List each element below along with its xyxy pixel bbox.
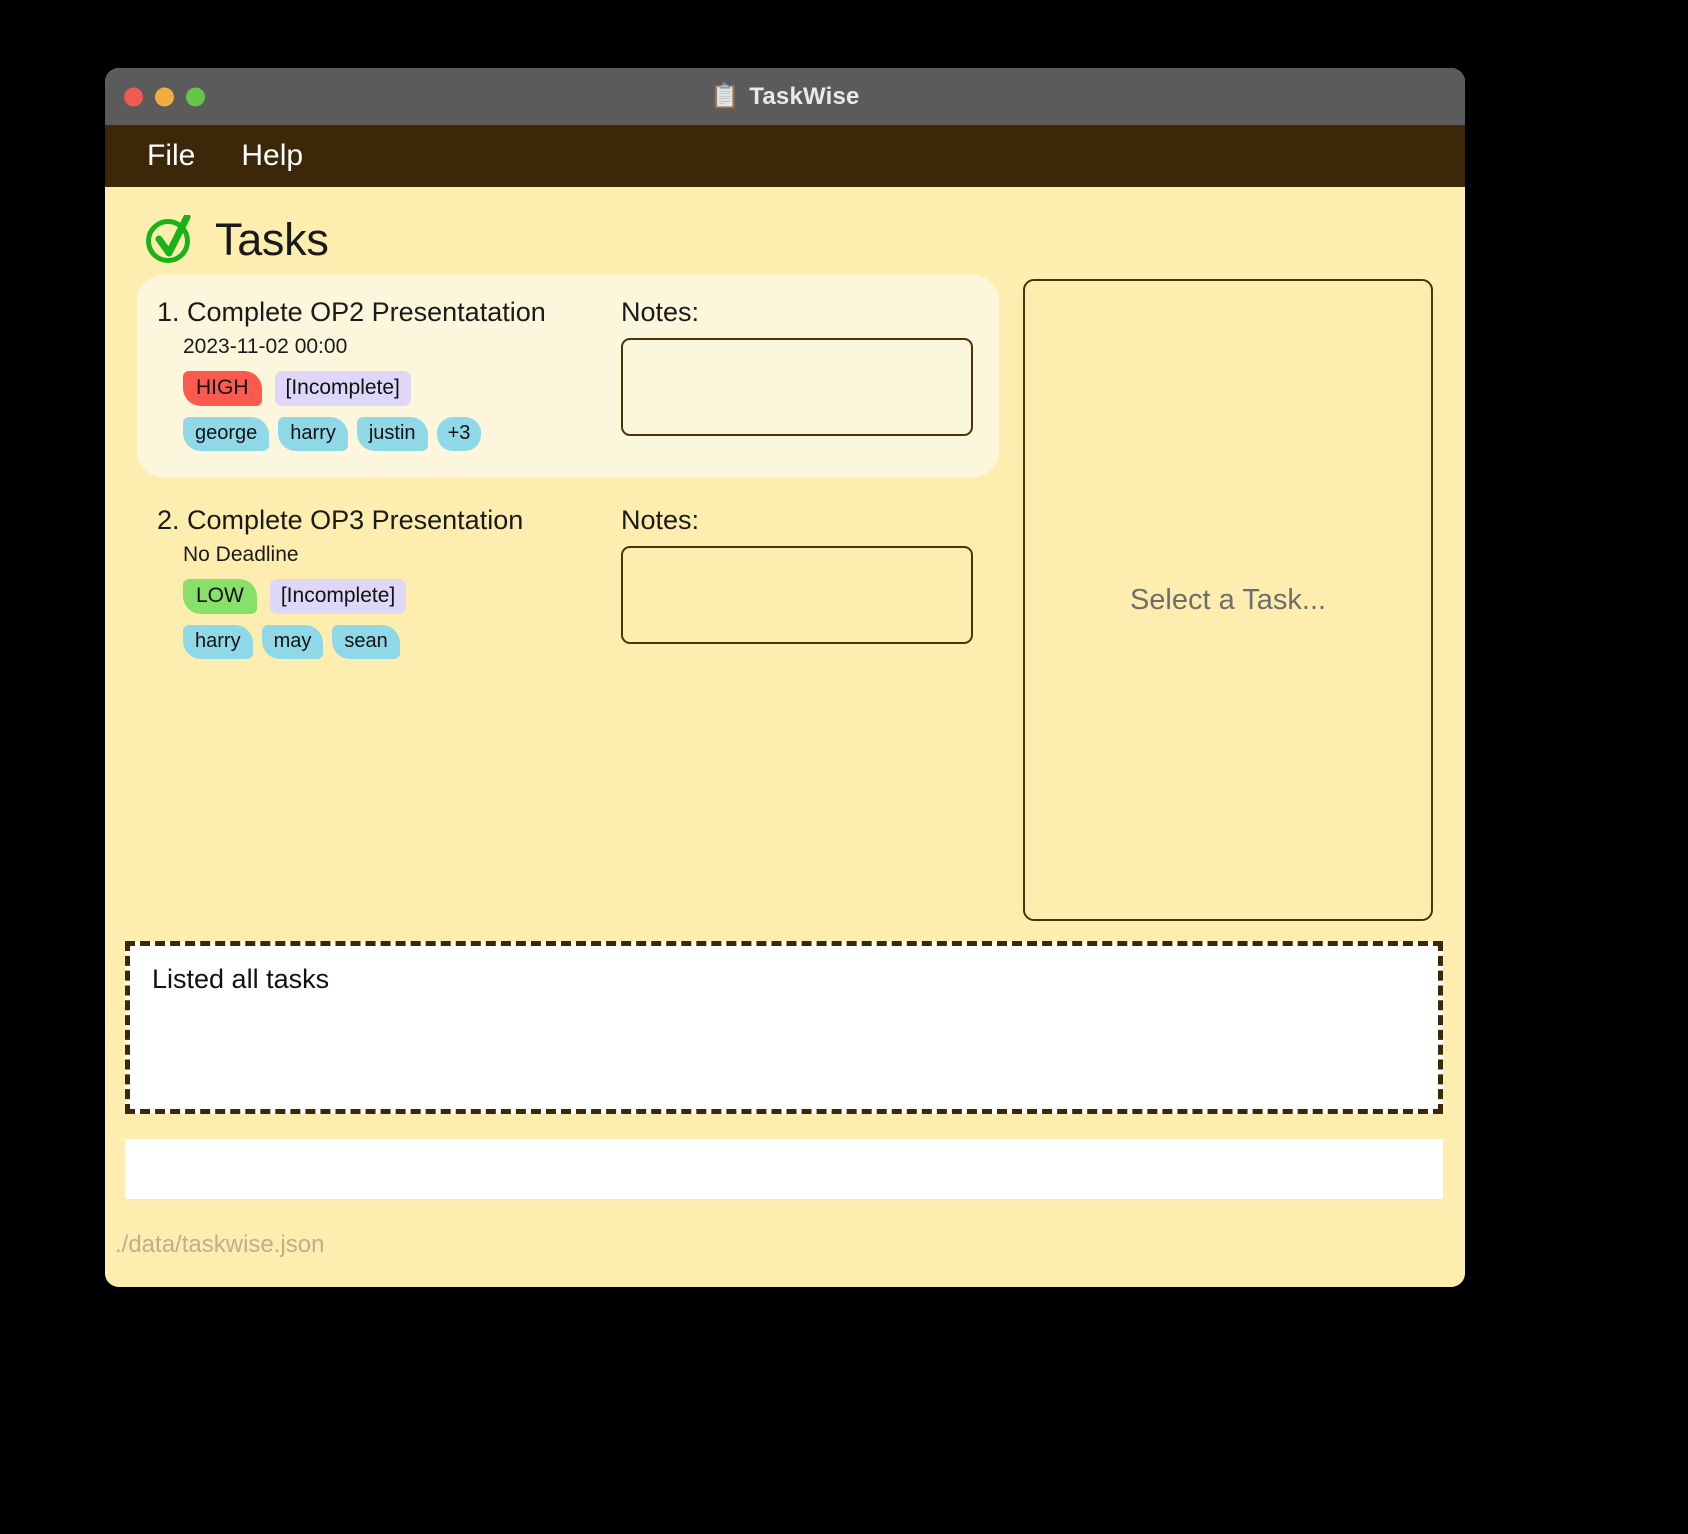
assignee-chips: george harry justin +3 xyxy=(157,417,605,452)
task-summary: 2. Complete OP3 Presentation No Deadline… xyxy=(157,505,605,660)
detail-column: Select a Task... xyxy=(999,275,1433,921)
app-window: 📋 TaskWise File Help Tasks 1. Complete O… xyxy=(105,68,1465,1287)
clipboard-checklist-icon: 📋 xyxy=(710,82,741,110)
notes-label: Notes: xyxy=(621,505,700,536)
notes-input[interactable] xyxy=(621,338,973,436)
task-badges: LOW [Incomplete] xyxy=(157,579,605,615)
task-title: 2. Complete OP3 Presentation xyxy=(157,505,605,536)
notes-label: Notes: xyxy=(621,297,700,327)
assignee-chip: harry xyxy=(278,417,348,452)
task-list: 1. Complete OP2 Presentatation 2023-11-0… xyxy=(137,275,999,921)
menu-item-file[interactable]: File xyxy=(137,137,205,175)
task-row[interactable]: 1. Complete OP2 Presentatation 2023-11-0… xyxy=(137,275,999,478)
assignee-chip: may xyxy=(261,625,324,660)
assignee-chips: harry may sean xyxy=(157,625,605,660)
status-log-panel: Listed all tasks xyxy=(125,941,1443,1114)
assignee-overflow-chip: +3 xyxy=(436,417,482,452)
status-badge: [Incomplete] xyxy=(274,371,411,407)
task-index: 2. xyxy=(157,505,180,536)
app-body: Tasks 1. Complete OP2 Presentatation 202… xyxy=(105,187,1465,1287)
detail-placeholder-text: Select a Task... xyxy=(1129,583,1327,616)
task-row[interactable]: 2. Complete OP3 Presentation No Deadline… xyxy=(137,483,999,685)
maximize-window-button[interactable] xyxy=(186,87,205,106)
priority-badge: LOW xyxy=(183,579,257,615)
assignee-chip: george xyxy=(183,417,270,452)
menu-item-help[interactable]: Help xyxy=(231,137,313,175)
data-file-path: ./data/taskwise.json xyxy=(115,1231,325,1258)
task-notes: Notes: xyxy=(605,297,979,441)
traffic-light-buttons xyxy=(124,87,205,106)
screen: 📋 TaskWise File Help Tasks 1. Complete O… xyxy=(0,0,1688,1534)
check-mark-glyph xyxy=(155,215,191,257)
task-title-text: Complete OP2 Presentatation xyxy=(187,297,546,327)
priority-badge: HIGH xyxy=(183,371,262,407)
task-badges: HIGH [Incomplete] xyxy=(157,371,605,407)
task-title: 1. Complete OP2 Presentatation xyxy=(157,297,605,328)
page-header: Tasks xyxy=(105,187,1465,267)
task-deadline: 2023-11-02 00:00 xyxy=(183,335,348,358)
task-title-text: Complete OP3 Presentation xyxy=(187,505,524,536)
status-badge: [Incomplete] xyxy=(269,579,407,615)
assignee-chip: justin xyxy=(356,417,428,452)
status-log-message: Listed all tasks xyxy=(152,964,330,994)
menu-bar: File Help xyxy=(105,125,1465,187)
assignee-chip: sean xyxy=(332,625,400,660)
task-deadline: No Deadline xyxy=(183,543,299,567)
task-index: 1. xyxy=(157,297,180,327)
command-input[interactable] xyxy=(125,1139,1443,1199)
minimize-window-button[interactable] xyxy=(155,87,174,106)
page-title: Tasks xyxy=(215,214,329,265)
close-window-button[interactable] xyxy=(124,87,143,106)
title-bar: 📋 TaskWise xyxy=(105,68,1465,125)
window-title: TaskWise xyxy=(749,82,860,110)
task-detail-panel: Select a Task... xyxy=(1023,279,1433,921)
assignee-chip: harry xyxy=(183,625,253,660)
green-check-circle-icon xyxy=(143,213,197,267)
content-row: 1. Complete OP2 Presentatation 2023-11-0… xyxy=(105,267,1465,921)
task-notes: Notes: xyxy=(605,505,979,649)
notes-input[interactable] xyxy=(621,546,973,645)
window-title-group: 📋 TaskWise xyxy=(710,83,859,111)
task-summary: 1. Complete OP2 Presentatation 2023-11-0… xyxy=(157,297,605,452)
